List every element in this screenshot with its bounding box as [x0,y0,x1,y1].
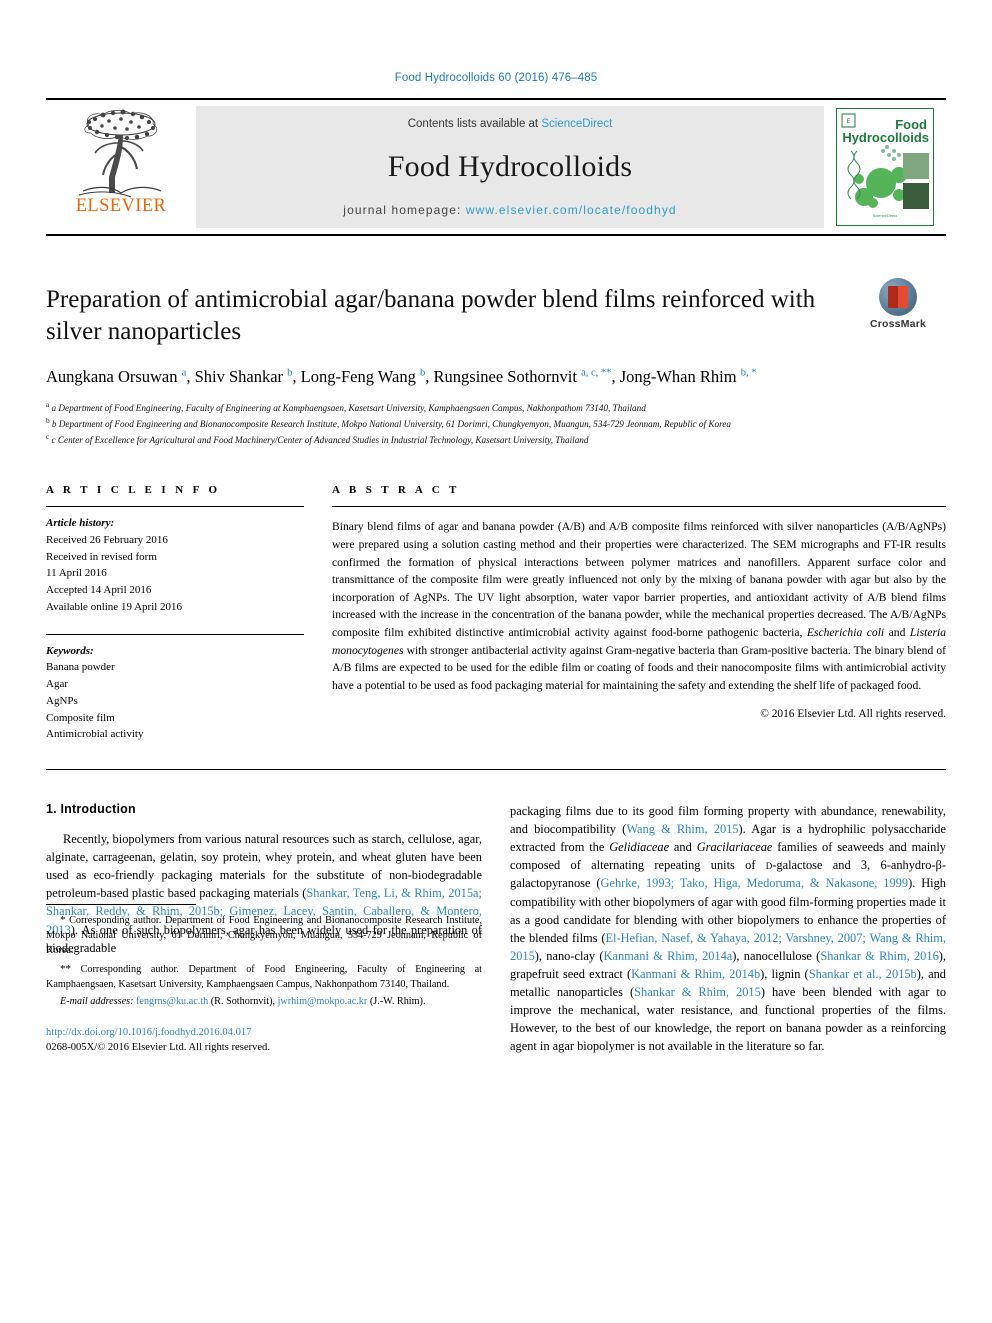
section-divider [46,768,946,770]
footnote-rule [46,903,196,905]
keyword-item: Antimicrobial activity [46,728,144,741]
abstract-text: Binary blend films of agar and banana po… [332,520,946,692]
footnote-corresponding-1: * Corresponding author. Department of Fo… [46,913,482,957]
crossmark-label: CrossMark [869,318,927,330]
keyword-item: Composite film [46,711,115,724]
running-head: Food Hydrocolloids 60 (2016) 476–485 [394,72,598,84]
crossmark-icon [879,278,917,316]
svg-text:ScienceDirect: ScienceDirect [873,213,899,218]
right-column: packaging films due to its good film for… [510,802,946,1056]
footnote-block: * Corresponding author. Department of Fo… [46,903,482,1056]
homepage-label: journal homepage: [343,203,466,217]
author-list: Aungkana Orsuwan a, Shiv Shankar b, Long… [46,367,757,386]
copyright-line: © 2016 Elsevier Ltd. All rights reserved… [760,708,946,721]
cover-graphic-icon: E Food Hydrocolloids ScienceDirect [837,109,933,225]
svg-text:E: E [846,119,850,125]
title-block: CrossMark Preparation of antimicrobial a… [46,278,946,448]
contents-prefix: Contents lists available at [407,118,542,130]
article-page: Food Hydrocolloids 60 (2016) 476–485 ELS… [0,0,992,1323]
journal-homepage-line: journal homepage: www.elsevier.com/locat… [343,203,676,217]
history-item: 11 April 2016 [46,567,107,580]
svg-text:Hydrocolloids: Hydrocolloids [842,130,929,145]
affiliation-c-text: c Center of Excellence for Agricultural … [51,435,589,446]
affiliation-b-text: b Department of Food Engineering and Bio… [51,419,731,430]
keyword-item: Agar [46,678,68,691]
journal-masthead: ELSEVIER Contents lists available at Sci… [46,98,946,236]
elsevier-logo: ELSEVIER [46,100,196,234]
article-info-heading: A R T I C L E I N F O [46,484,221,497]
affiliation-a-text: a Department of Food Engineering, Facult… [51,403,646,414]
elsevier-tree-icon [78,109,162,198]
info-abstract-row: A R T I C L E I N F O Article history: R… [46,484,946,743]
history-item: Accepted 14 April 2016 [46,584,152,597]
keywords-label: Keywords: [46,644,94,657]
history-item: Received 26 February 2016 [46,534,168,547]
contents-line: Contents lists available at ScienceDirec… [408,118,613,130]
history-item: Available online 19 April 2016 [46,600,183,613]
abstract-column: A B S T R A C T Binary blend films of ag… [332,484,946,743]
affiliation-list: a a Department of Food Engineering, Facu… [46,400,946,448]
article-history-block: Article history: Received 26 February 20… [46,507,304,615]
elsevier-wordmark: ELSEVIER [75,196,167,216]
footnote-corresponding-2: ** Corresponding author. Department of F… [46,962,482,991]
article-info-column: A R T I C L E I N F O Article history: R… [46,484,304,743]
keywords-block: Keywords: Banana powder Agar AgNPs Compo… [46,635,304,743]
sciencedirect-link[interactable]: ScienceDirect [541,118,612,130]
article-history-label: Article history: [46,517,115,530]
doi-block: http://dx.doi.org/10.1016/j.foodhyd.2016… [46,1025,482,1056]
introduction-paragraph-right: packaging films due to its good film for… [510,803,947,1054]
crossmark-badge[interactable]: CrossMark [850,278,946,330]
cover-art: E Food Hydrocolloids ScienceDirect [836,108,934,226]
keyword-item: AgNPs [46,694,78,707]
journal-title: Food Hydrocolloids [387,149,633,183]
left-column: 1. Introduction Recently, biopolymers fr… [46,802,482,1056]
abstract-heading: A B S T R A C T [332,484,460,497]
introduction-heading: 1. Introduction [46,801,136,816]
issn-copyright: 0268-005X/© 2016 Elsevier Ltd. All right… [46,1042,271,1054]
keyword-item: Banana powder [46,661,115,674]
affiliation-c: c c Center of Excellence for Agricultura… [46,433,589,446]
doi-link[interactable]: http://dx.doi.org/10.1016/j.foodhyd.2016… [46,1025,482,1040]
homepage-url-link[interactable]: www.elsevier.com/locate/foodhyd [466,203,677,217]
footnote-email-addresses[interactable]: E-mail addresses: fengrns@ku.ac.th (R. S… [46,994,482,1009]
page-title: Preparation of antimicrobial agar/banana… [46,286,816,345]
masthead-center: Contents lists available at ScienceDirec… [196,106,824,228]
body-columns: 1. Introduction Recently, biopolymers fr… [46,802,946,1056]
affiliation-a: a a Department of Food Engineering, Facu… [46,401,646,414]
journal-cover-thumbnail: E Food Hydrocolloids ScienceDirect [824,100,946,234]
history-item: Received in revised form [46,550,157,563]
affiliation-b: b b Department of Food Engineering and B… [46,417,731,430]
